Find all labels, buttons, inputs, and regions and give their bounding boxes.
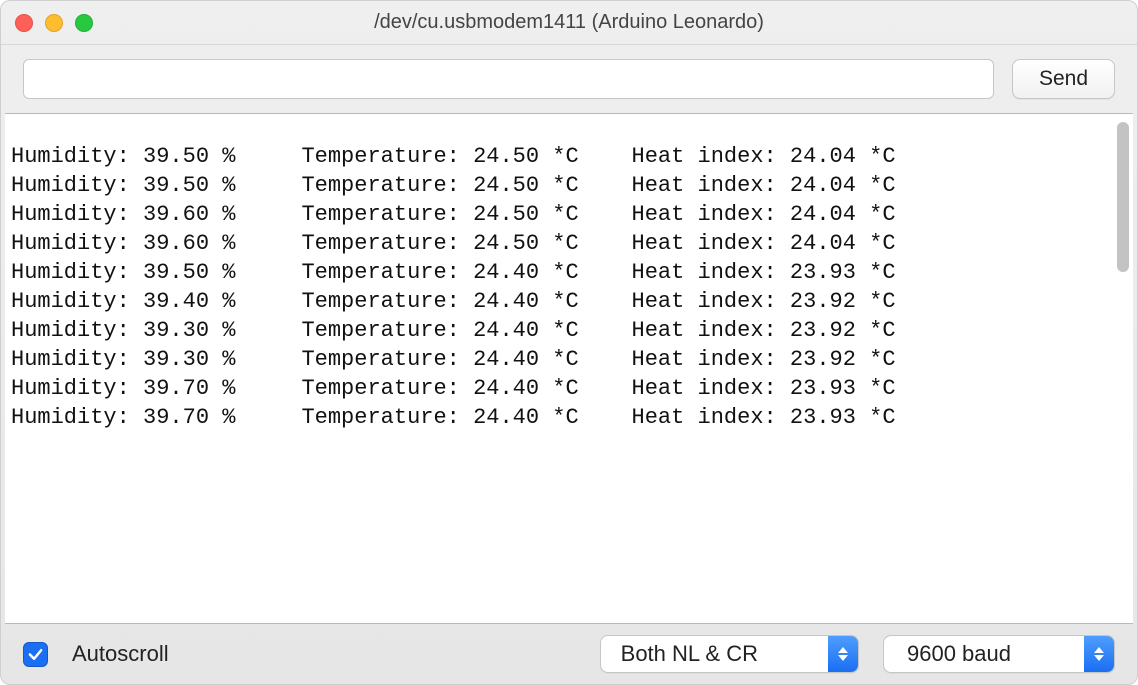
autoscroll-label: Autoscroll (72, 641, 169, 667)
send-button[interactable]: Send (1012, 59, 1115, 99)
line-ending-select[interactable]: Both NL & CR (600, 635, 859, 673)
zoom-icon[interactable] (75, 14, 93, 32)
serial-output-pane: Humidity: 39.50 % Temperature: 24.50 *C … (5, 113, 1133, 624)
select-stepper-icon (828, 636, 858, 672)
minimize-icon[interactable] (45, 14, 63, 32)
serial-monitor-window: /dev/cu.usbmodem1411 (Arduino Leonardo) … (0, 0, 1138, 685)
chevron-up-icon (1094, 647, 1104, 653)
chevron-down-icon (838, 655, 848, 661)
select-stepper-icon (1084, 636, 1114, 672)
close-icon[interactable] (15, 14, 33, 32)
vertical-scrollbar[interactable] (1117, 122, 1129, 615)
serial-output-text: Humidity: 39.50 % Temperature: 24.50 *C … (5, 136, 1113, 601)
line-ending-value: Both NL & CR (601, 641, 828, 667)
chevron-up-icon (838, 647, 848, 653)
chevron-down-icon (1094, 655, 1104, 661)
check-icon (27, 646, 44, 663)
baud-rate-select[interactable]: 9600 baud (883, 635, 1115, 673)
autoscroll-checkbox[interactable] (23, 642, 48, 667)
bottom-toolbar: Autoscroll Both NL & CR 9600 baud (1, 624, 1137, 684)
window-title: /dev/cu.usbmodem1411 (Arduino Leonardo) (1, 11, 1137, 34)
serial-input[interactable] (23, 59, 994, 99)
command-row: Send (1, 45, 1137, 113)
window-controls (15, 14, 93, 32)
scrollbar-thumb[interactable] (1117, 122, 1129, 272)
titlebar: /dev/cu.usbmodem1411 (Arduino Leonardo) (1, 1, 1137, 45)
baud-rate-value: 9600 baud (884, 641, 1084, 667)
